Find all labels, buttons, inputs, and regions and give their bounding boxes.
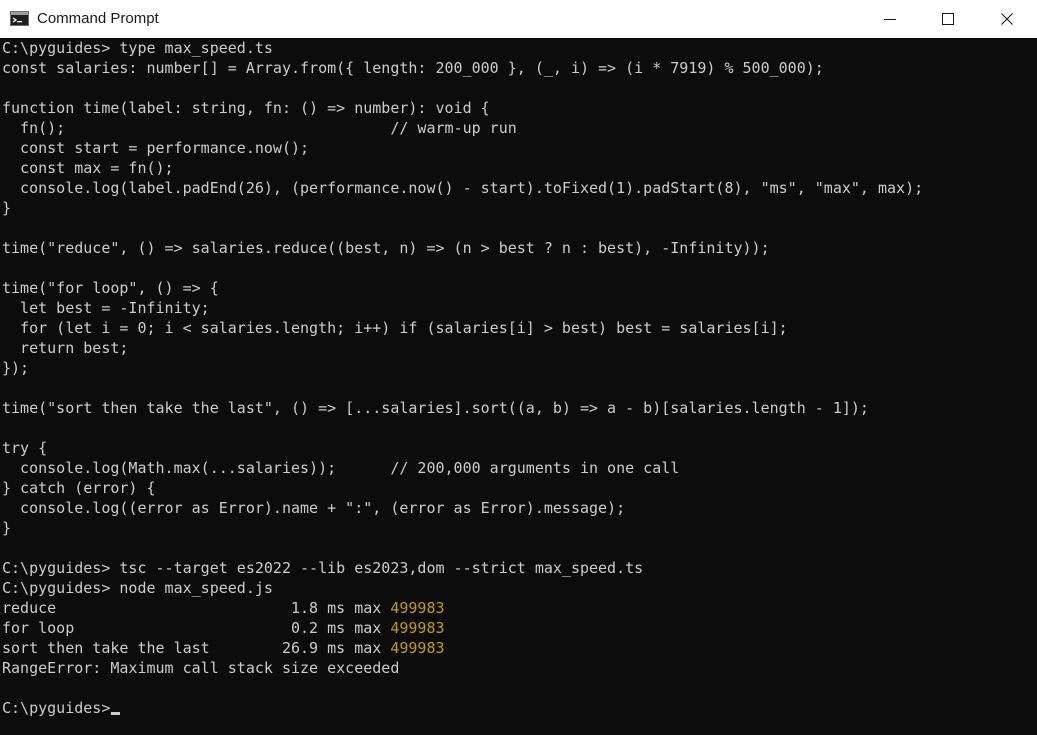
console-line: const max = fn();: [2, 159, 174, 177]
maximize-button[interactable]: [919, 0, 977, 38]
close-button[interactable]: [977, 0, 1037, 38]
result-line: for loop 0.2 ms max 499983: [0, 618, 1037, 638]
console-line: }: [2, 519, 12, 537]
result-label: reduce 1.8 ms max: [2, 599, 391, 617]
console-line: }: [2, 199, 12, 217]
console-line: const salaries: number[] = Array.from({ …: [2, 59, 824, 77]
console-line: } catch (error) {: [2, 479, 156, 497]
error-message: RangeError: Maximum call stack size exce…: [2, 659, 400, 677]
console-line: C:\pyguides> tsc --target es2022 --lib e…: [2, 559, 644, 577]
console-line: fn(); // warm-up run: [2, 119, 517, 137]
console-line: for (let i = 0; i < salaries.length; i++…: [2, 319, 788, 337]
result-value: 499983: [390, 619, 445, 637]
command-prompt-line[interactable]: C:\pyguides>: [0, 698, 1037, 718]
result-value: 499983: [390, 639, 445, 657]
minimize-button[interactable]: [861, 0, 919, 38]
prompt-text: C:\pyguides>: [2, 699, 111, 717]
window-title: Command Prompt: [37, 10, 159, 27]
benchmark-results: reduce 1.8 ms max 499983 for loop 0.2 ms…: [0, 598, 1037, 658]
console-line: });: [2, 359, 30, 377]
console-line: const start = performance.now();: [2, 139, 310, 157]
result-value: 499983: [390, 599, 445, 617]
console-line: return best;: [2, 339, 129, 357]
console-line: C:\pyguides> node max_speed.js: [2, 579, 273, 597]
result-line: reduce 1.8 ms max 499983: [0, 598, 1037, 618]
command-prompt-icon: [10, 11, 29, 26]
console-line: console.log((error as Error).name + ":",…: [2, 499, 626, 517]
command-prompt-window: Command Prompt C:\pyguides> type max_spe…: [0, 0, 1037, 735]
title-bar[interactable]: Command Prompt: [0, 0, 1037, 38]
maximize-icon: [942, 13, 954, 25]
console-line: C:\pyguides> type max_speed.ts: [2, 39, 273, 57]
result-label: sort then take the last 26.9 ms max: [2, 639, 391, 657]
console-line: time("for loop", () => {: [2, 279, 219, 297]
result-label: for loop 0.2 ms max: [2, 619, 391, 637]
text-cursor: [111, 712, 121, 715]
minimize-icon: [884, 13, 896, 25]
console-line: console.log(label.padEnd(26), (performan…: [2, 179, 924, 197]
result-line: sort then take the last 26.9 ms max 4999…: [0, 638, 1037, 658]
close-icon: [1001, 13, 1013, 25]
code-listing: C:\pyguides> type max_speed.ts const sal…: [0, 38, 1037, 598]
console-line: function time(label: string, fn: () => n…: [2, 99, 490, 117]
console-line: console.log(Math.max(...salaries)); // 2…: [2, 459, 680, 477]
console-line: time("sort then take the last", () => [.…: [2, 399, 869, 417]
console-line: time("reduce", () => salaries.reduce((be…: [2, 239, 770, 257]
console-output[interactable]: C:\pyguides> type max_speed.ts const sal…: [0, 38, 1037, 735]
console-line: try {: [2, 439, 48, 457]
console-line: let best = -Infinity;: [2, 299, 210, 317]
